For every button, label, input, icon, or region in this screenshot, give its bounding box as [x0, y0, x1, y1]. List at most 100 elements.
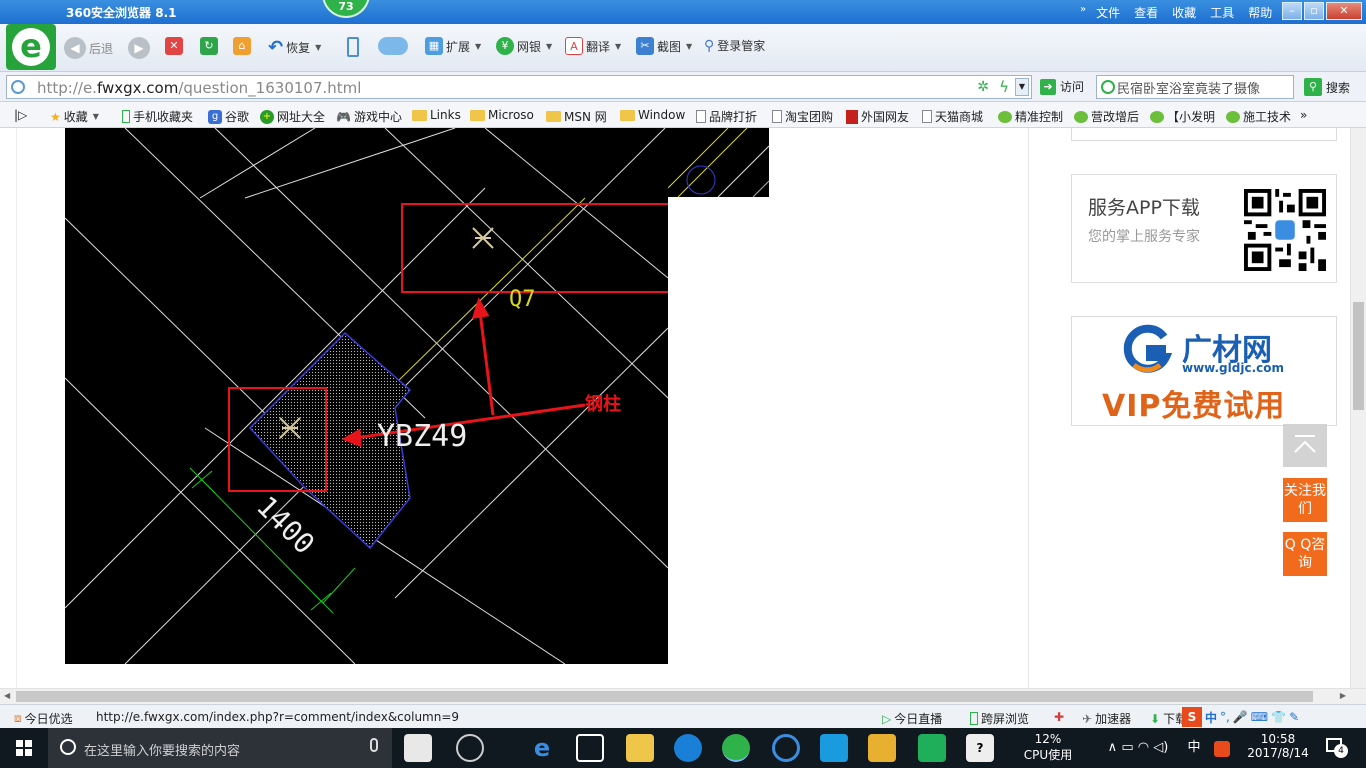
edge-browser-icon[interactable]: e [528, 734, 556, 762]
system-tray-icons[interactable]: ∧ ▭ ◠ ◁) [1090, 728, 1186, 768]
accelerator-button[interactable]: ✈ 加速器 [1082, 710, 1131, 727]
forward-button[interactable]: ▶ [128, 37, 150, 59]
skin-icon: 👕 [1271, 710, 1287, 724]
app-download-card[interactable]: 服务APP下载 您的掌上服务专家 [1071, 174, 1337, 283]
ime-mode: 中 [1205, 710, 1218, 725]
menu-bar: » 文件 查看 收藏 工具 帮助 👕 [1080, 4, 1315, 21]
search-button[interactable]: ⚲ 搜索 [1304, 78, 1350, 96]
back-button[interactable]: ◀ 后退 [64, 37, 113, 59]
cross-screen-button[interactable]: 跨屏浏览 [970, 710, 1029, 727]
folder-icon [470, 109, 485, 121]
bookmarks-bar: |▷ ★ 收藏 ▼ 手机收藏夹 g 谷歌 + 网址大全 🎮 游戏中心 Links Micr… [0, 102, 1366, 128]
star-icon: ★ [50, 109, 61, 124]
browser-360-taskbar-icon[interactable] [722, 734, 750, 762]
sogou-tray-icon[interactable] [1212, 728, 1232, 768]
home-button[interactable]: ⌂ [233, 37, 251, 55]
file-explorer-icon[interactable] [626, 734, 654, 762]
bookmarks-more[interactable]: » [1300, 108, 1307, 122]
restore-button[interactable]: ↶ 恢复 ▼ [268, 37, 321, 58]
url-field[interactable]: http://e.fwxgx.com/question_1630107.html… [6, 75, 1032, 99]
bookmark-google[interactable]: g 谷歌 [208, 108, 249, 125]
bookmark-taobao[interactable]: 淘宝团购 [772, 108, 833, 125]
bookmark-tax[interactable]: 营改增后 [1074, 108, 1139, 125]
browser-logo[interactable]: e [6, 24, 56, 70]
status-link-url: http://e.fwxgx.com/index.php?r=comment/i… [96, 710, 460, 724]
notification-center-icon[interactable]: 4 [1326, 738, 1348, 758]
bolt-icon[interactable]: ϟ [999, 78, 1009, 96]
search-box[interactable] [1096, 75, 1294, 99]
horizontal-scroll-thumb[interactable] [16, 691, 1313, 702]
menu-file[interactable]: 文件 [1096, 4, 1120, 21]
bookmark-construction[interactable]: 施工技术 [1226, 108, 1291, 125]
translate-button[interactable]: A 翻译 ▼ [565, 37, 621, 55]
visit-button[interactable]: ➜ 访问 [1040, 78, 1084, 95]
bookmark-precise[interactable]: 精准控制 [998, 108, 1063, 125]
security-check-icon[interactable]: ✲ [977, 79, 989, 95]
bookmark-msn[interactable]: MSN 网 [546, 108, 607, 125]
spreadsheet-app-icon[interactable] [918, 734, 946, 762]
login-manager-button[interactable]: ⚲ 登录管家 [704, 37, 765, 54]
bookmark-microsoft[interactable]: Microso [470, 108, 534, 122]
bookmark-games[interactable]: 🎮 游戏中心 [336, 108, 402, 125]
search-input[interactable] [1117, 77, 1291, 97]
extend-button[interactable]: ▦ 扩展 ▼ [425, 37, 481, 55]
gldjc-ad-banner[interactable]: 广材网 www.gldjc.com VIP免费试用 [1071, 316, 1337, 426]
bookmark-invention[interactable]: 【小发明 [1150, 108, 1215, 125]
bookmark-mobile[interactable]: 手机收藏夹 [122, 108, 193, 125]
taskbar-search[interactable]: 在这里输入你要搜索的内容 [48, 728, 392, 768]
scroll-right-icon[interactable]: ▶ [1340, 691, 1346, 700]
menu-collapse-icon[interactable]: » [1080, 4, 1086, 21]
stop-button[interactable]: ✕ [165, 37, 183, 55]
score-badge[interactable]: 73 [322, 0, 370, 18]
vertical-scroll-thumb[interactable] [1353, 302, 1364, 410]
bookmark-sync-icon[interactable]: ✚ [1054, 710, 1064, 724]
maximize-button[interactable]: ▫ [1304, 2, 1324, 20]
windows-icon [16, 740, 32, 756]
today-pick-button[interactable]: ⧈ 今日优选 [14, 710, 73, 727]
ad-vip-trial: VIP免费试用 [1102, 389, 1286, 424]
refresh-button[interactable]: ↻ [200, 37, 218, 55]
app-360-icon[interactable] [456, 734, 484, 762]
title-bar: 360安全浏览器 8.1 73 » 文件 查看 收藏 工具 帮助 👕 – ▫ ✕ [0, 0, 1366, 24]
clock[interactable]: 10:58 2017/8/14 [1238, 728, 1318, 768]
bank-button[interactable]: ¥ 网银 ▼ [496, 37, 552, 55]
bookmarks-toggle[interactable]: |▷ [14, 108, 27, 122]
ime-toolbar[interactable]: S 中 °, 🎤 ⌨ 👕 ✎ [1182, 707, 1299, 727]
mobile-button[interactable] [347, 37, 359, 57]
microphone-icon[interactable] [370, 738, 378, 752]
minimize-button[interactable]: – [1282, 2, 1302, 20]
glodon-cloud-icon[interactable] [772, 734, 800, 762]
menu-favorites[interactable]: 收藏 [1172, 4, 1196, 21]
bookmark-favorites[interactable]: ★ 收藏 ▼ [50, 108, 99, 125]
window-controls: – ▫ ✕ [1282, 2, 1362, 20]
today-live-button[interactable]: ▷ 今日直播 [882, 710, 942, 727]
notes-app-icon[interactable] [868, 734, 896, 762]
screenshot-button[interactable]: ✂ 截图 ▼ [636, 37, 692, 55]
cpu-monitor[interactable]: 12% CPU使用 [1018, 728, 1078, 768]
back-to-top-button[interactable] [1283, 424, 1327, 467]
teamviewer-icon[interactable] [820, 734, 848, 762]
help-app-icon[interactable]: ? [966, 734, 994, 762]
ime-indicator[interactable]: 中 [1184, 728, 1204, 768]
bookmark-brand-sale[interactable]: 品牌打折 [696, 108, 757, 125]
bookmark-foreign[interactable]: 外国网友 [846, 108, 909, 125]
close-button[interactable]: ✕ [1326, 2, 1362, 20]
qq-consult-button[interactable]: Q Q咨询 [1283, 532, 1327, 576]
vertical-scrollbar[interactable] [1350, 128, 1366, 688]
bookmark-windows[interactable]: Window [620, 108, 685, 122]
menu-view[interactable]: 查看 [1134, 4, 1158, 21]
menu-tools[interactable]: 工具 [1210, 4, 1234, 21]
horizontal-scrollbar[interactable]: ◀ ▶ [0, 688, 1366, 704]
scroll-left-icon[interactable]: ◀ [4, 691, 10, 700]
store-icon[interactable] [576, 734, 604, 762]
bookmark-links[interactable]: Links [412, 108, 461, 122]
url-dropdown-icon[interactable]: ▼ [1015, 78, 1029, 96]
bookmark-nav[interactable]: + 网址大全 [260, 108, 325, 125]
menu-help[interactable]: 帮助 [1248, 4, 1272, 21]
glodon-app-icon[interactable] [674, 734, 702, 762]
follow-us-button[interactable]: 关注我们 [1283, 478, 1327, 522]
bookmark-tmall[interactable]: 天猫商城 [922, 108, 983, 125]
start-button[interactable] [0, 728, 48, 768]
task-view-app-icon[interactable] [404, 734, 432, 762]
cloud-button[interactable] [378, 37, 408, 55]
